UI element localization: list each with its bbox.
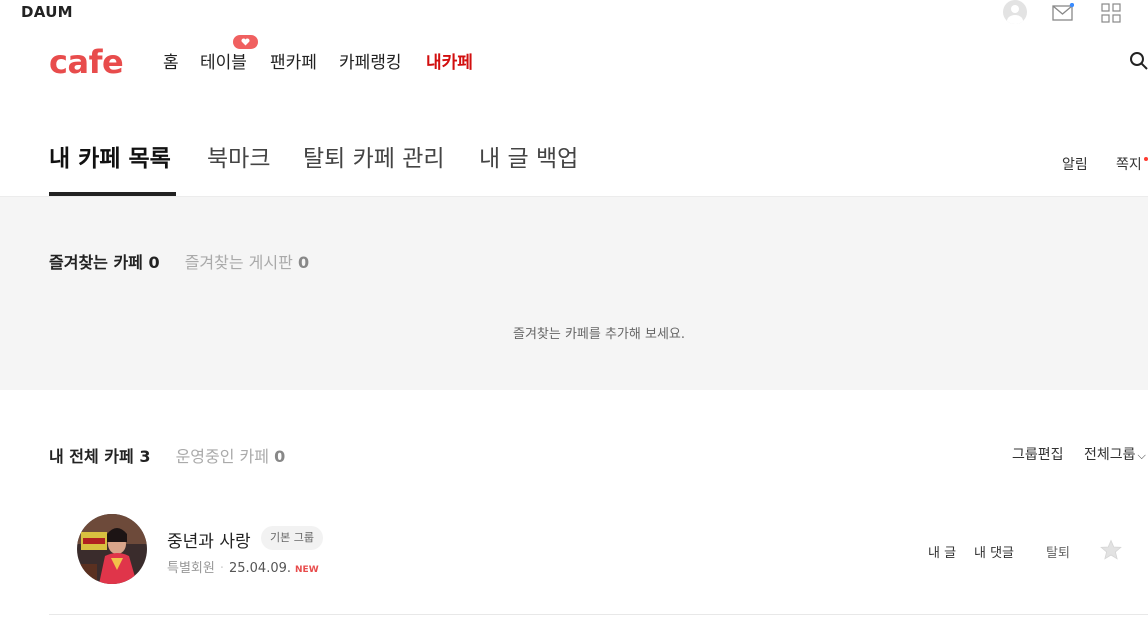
messages-link[interactable]: 쪽지 [1116,154,1142,174]
tab-left-cafe-manage[interactable]: 탈퇴 카페 관리 [303,142,445,176]
star-icon[interactable] [1100,539,1122,561]
avatar-icon[interactable] [1003,0,1027,24]
nav-item-table[interactable]: 테이블 [200,51,247,75]
favorites-panel: 즐겨찾는 카페 0 즐겨찾는 게시판 0 즐겨찾는 카페를 추가해 보세요. [0,196,1148,390]
cafe-date: 25.04.09. [228,561,292,576]
meta-separator: · [219,561,224,576]
favorite-cafes-count: 0 [148,253,160,272]
daum-logo[interactable]: DAUM [21,3,73,21]
apps-grid-icon[interactable] [1101,3,1121,23]
table-new-badge [233,35,258,49]
group-edit-button[interactable]: 그룹편집 [1012,444,1064,464]
tab-all-my-cafes[interactable]: 내 전체 카페 3 [49,443,150,467]
operating-cafes-count: 0 [274,447,286,466]
cafe-group-chip: 기본 그룹 [261,526,323,550]
nav-item-fancafe[interactable]: 팬카페 [270,51,317,75]
nav-item-home[interactable]: 홈 [163,51,179,75]
tab-favorite-cafes[interactable]: 즐겨찾는 카페 0 [49,249,160,273]
leave-cafe-button[interactable]: 탈퇴 [1046,542,1070,561]
favorites-tabs: 즐겨찾는 카페 0 즐겨찾는 게시판 0 [49,249,329,273]
favorite-boards-label: 즐겨찾는 게시판 [184,253,293,272]
message-unread-dot [1144,157,1148,161]
new-badge: NEW [295,565,319,575]
cafe-name[interactable]: 중년과 사랑 [167,527,251,552]
chevron-down-icon: ⌵ [1137,449,1146,462]
operating-cafes-label: 운영중인 카페 [175,447,269,466]
mail-icon[interactable] [1052,3,1074,21]
cafe-thumbnail-image [77,514,147,584]
my-cafes-tabs: 내 전체 카페 3 운영중인 카페 0 [49,443,305,467]
favorite-cafes-label: 즐겨찾는 카페 [49,253,143,272]
tab-my-cafe-list[interactable]: 내 카페 목록 [49,142,171,176]
alerts-link[interactable]: 알림 [1062,154,1088,174]
mycafe-tabs: 내 카페 목록 북마크 탈퇴 카페 관리 내 글 백업 [49,142,1148,196]
my-posts-button[interactable]: 내 글 [928,542,956,561]
heart-icon [241,38,250,46]
cafe-thumbnail[interactable] [77,514,147,584]
cafe-logo[interactable]: cafe [49,40,124,84]
favorite-boards-count: 0 [297,253,310,272]
favorites-empty-message: 즐겨찾는 카페를 추가해 보세요. [512,327,685,342]
all-my-cafes-label: 내 전체 카페 [49,447,134,466]
tab-favorite-boards[interactable]: 즐겨찾는 게시판 0 [185,249,309,273]
group-select-dropdown[interactable]: 전체그룹 ⌵ [1084,444,1146,464]
nav-item-ranking[interactable]: 카페랭킹 [339,51,402,75]
tab-post-backup[interactable]: 내 글 백업 [479,142,578,176]
tab-bookmark[interactable]: 북마크 [207,142,270,176]
all-my-cafes-count: 3 [139,447,151,466]
cafe-list-item[interactable]: 중년과 사랑 기본 그룹 특별회원 · 25.04.09. NEW 내 글 내 댓글 … [49,500,1148,615]
nav-item-mycafe[interactable]: 내카페 [426,51,473,75]
group-select-label: 전체그룹 [1084,447,1136,463]
search-icon[interactable] [1129,51,1148,70]
my-comments-button[interactable]: 내 댓글 [974,542,1014,561]
member-level: 특별회원 [167,561,215,576]
tab-operating-cafes[interactable]: 운영중인 카페 0 [176,443,286,467]
cafe-meta: 특별회원 · 25.04.09. NEW [167,557,319,576]
